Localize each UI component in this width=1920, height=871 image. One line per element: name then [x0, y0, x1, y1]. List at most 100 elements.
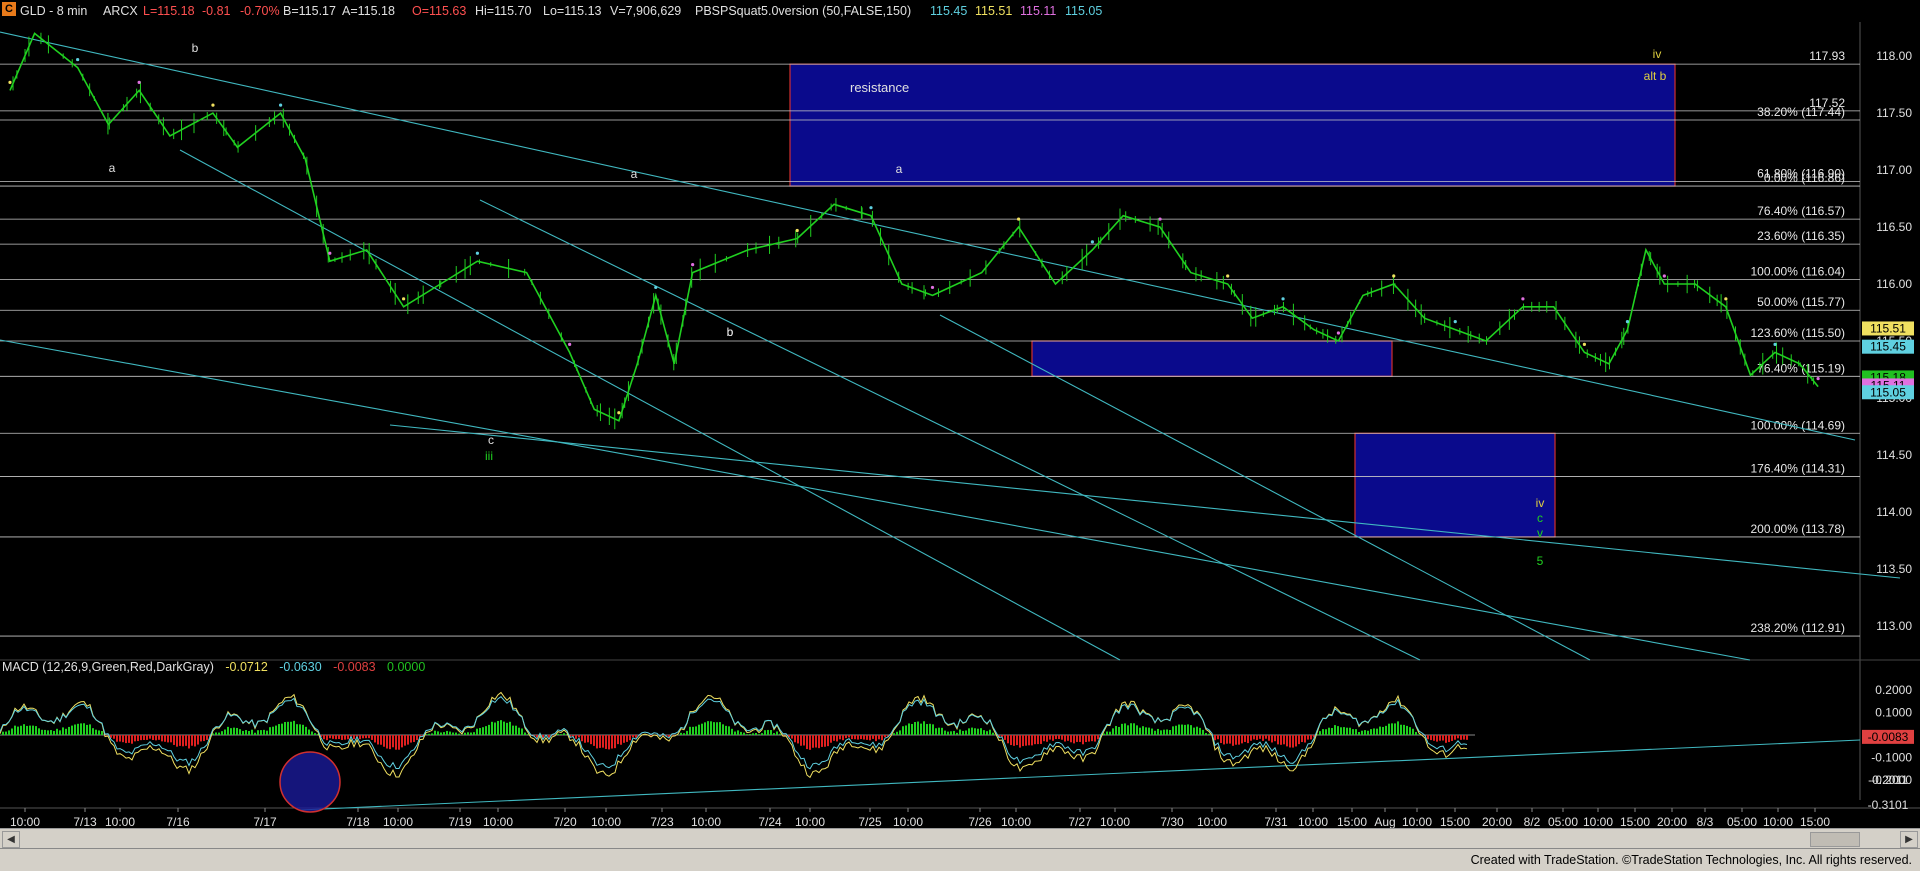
study-dot	[402, 297, 406, 301]
study-dot	[211, 103, 215, 107]
time-tick: 15:00	[1620, 815, 1650, 829]
price-tick: 113.50	[1876, 562, 1912, 576]
price-badge-label: 115.51	[1870, 321, 1906, 335]
zone-label: resistance	[850, 80, 909, 95]
fib-label: 50.00% (115.77)	[1757, 295, 1845, 309]
price-tick: 116.00	[1876, 277, 1912, 291]
scroll-right-icon[interactable]: ▶	[1900, 831, 1918, 848]
fib-label: 200.00% (113.78)	[1750, 522, 1845, 536]
study-dot	[1336, 331, 1340, 335]
wave-label: b	[727, 325, 734, 339]
study-dot	[654, 285, 658, 290]
zone-box	[1031, 340, 1393, 377]
price-tick: 117.00	[1876, 163, 1912, 177]
study-dot	[930, 285, 935, 290]
high-value: Hi=115.70	[475, 4, 532, 18]
symbol-label: GLD - 8 min	[20, 4, 88, 18]
time-tick: 7/24	[758, 815, 782, 829]
fib-label: 76.40% (116.57)	[1757, 204, 1845, 218]
study-dot	[795, 228, 799, 233]
macd-value-3: -0.0083	[333, 660, 376, 674]
macd-circle-annotation	[279, 751, 341, 813]
macd-tick: -0.1000	[1871, 751, 1912, 765]
study-dot	[1773, 342, 1777, 346]
macd-tick: 0.1000	[1875, 706, 1912, 720]
time-tick: 10:00	[1197, 815, 1227, 829]
wave-label: a	[896, 162, 903, 176]
time-tick: 7/17	[253, 815, 277, 829]
time-tick: 20:00	[1482, 815, 1512, 829]
time-tick: 10:00	[1402, 815, 1432, 829]
time-tick: 10:00	[383, 815, 413, 829]
study-dot	[1392, 274, 1396, 278]
fib-label: 23.60% (116.35)	[1757, 229, 1845, 243]
fib-label: 0.00% (116.86)	[1764, 171, 1845, 185]
time-tick: 7/18	[346, 815, 370, 829]
chart-header: C GLD - 8 min ARCX L=115.18 -0.81 -0.70%…	[0, 0, 1920, 20]
study-dot	[1453, 320, 1457, 324]
time-tick: 05:00	[1548, 815, 1578, 829]
price-tick: 118.00	[1876, 49, 1912, 63]
macd-header: MACD (12,26,9,Green,Red,DarkGray) -0.071…	[2, 660, 425, 674]
time-tick: 15:00	[1337, 815, 1367, 829]
time-tick: 05:00	[1727, 815, 1757, 829]
time-tick: 20:00	[1657, 815, 1687, 829]
price-chart[interactable]: resistance117.93117.5238.20% (117.44)61.…	[0, 0, 1920, 870]
ask-value: A=115.18	[342, 4, 395, 18]
scroll-thumb[interactable]	[1810, 832, 1860, 847]
wave-label: v	[1537, 526, 1543, 540]
wave-label: b	[192, 41, 199, 55]
price-tick: 117.50	[1876, 106, 1912, 120]
macd-badge-label: -0.0083	[1868, 730, 1909, 744]
time-tick: 10:00	[1100, 815, 1130, 829]
wave-label: iii	[485, 449, 493, 463]
price-tick: 114.00	[1876, 505, 1912, 519]
time-tick: 8/3	[1697, 815, 1714, 829]
time-tick: 7/23	[650, 815, 674, 829]
study-dot	[1158, 217, 1162, 221]
bid-value: B=115.17	[283, 4, 336, 18]
time-tick: 10:00	[483, 815, 513, 829]
wave-label: a	[109, 161, 116, 175]
change-pct: -0.70%	[240, 4, 280, 18]
time-tick: 10:00	[1763, 815, 1793, 829]
time-tick: 7/31	[1264, 815, 1288, 829]
price-tick: 113.00	[1876, 619, 1912, 633]
study-dot	[76, 57, 80, 62]
time-tick: 10:00	[591, 815, 621, 829]
study-dot	[279, 103, 283, 107]
time-tick: 7/25	[858, 815, 882, 829]
study-dot	[1662, 274, 1666, 278]
fib-label: 38.20% (117.44)	[1757, 105, 1845, 119]
fib-label: 76.40% (115.19)	[1757, 361, 1845, 375]
open-value: O=115.63	[412, 4, 467, 18]
study-dot	[475, 251, 479, 255]
wave-label: iv	[1653, 47, 1662, 61]
study-dot	[1521, 297, 1525, 301]
chart-menu-icon[interactable]: C	[2, 2, 16, 16]
time-tick: 10:00	[10, 815, 40, 829]
time-tick: 10:00	[1583, 815, 1613, 829]
low-value: Lo=115.13	[543, 4, 602, 18]
price-badge-label: 115.45	[1870, 340, 1906, 354]
fib-label: 176.40% (114.31)	[1750, 462, 1845, 476]
study-dot	[1625, 320, 1630, 324]
price-badge-label: 115.05	[1870, 385, 1906, 399]
scroll-left-icon[interactable]: ◀	[2, 831, 20, 848]
change-value: -0.81	[202, 4, 231, 18]
study-dot	[1816, 376, 1820, 381]
study-value-2: 115.51	[975, 4, 1013, 18]
study-value-4: 115.05	[1065, 4, 1103, 18]
time-tick: 8/2	[1524, 815, 1541, 829]
wave-label: a	[631, 167, 638, 181]
last-price: L=115.18	[143, 4, 195, 18]
time-scrollbar[interactable]: ◀ ▶	[0, 828, 1920, 849]
time-tick: 10:00	[1298, 815, 1328, 829]
macd-value-4: 0.0000	[387, 660, 426, 674]
exchange-label: ARCX	[103, 4, 138, 18]
price-tick: 114.50	[1876, 448, 1912, 462]
study-dot	[1226, 274, 1230, 278]
study-dot	[328, 251, 332, 255]
time-tick: 7/26	[968, 815, 992, 829]
time-tick: 15:00	[1440, 815, 1470, 829]
